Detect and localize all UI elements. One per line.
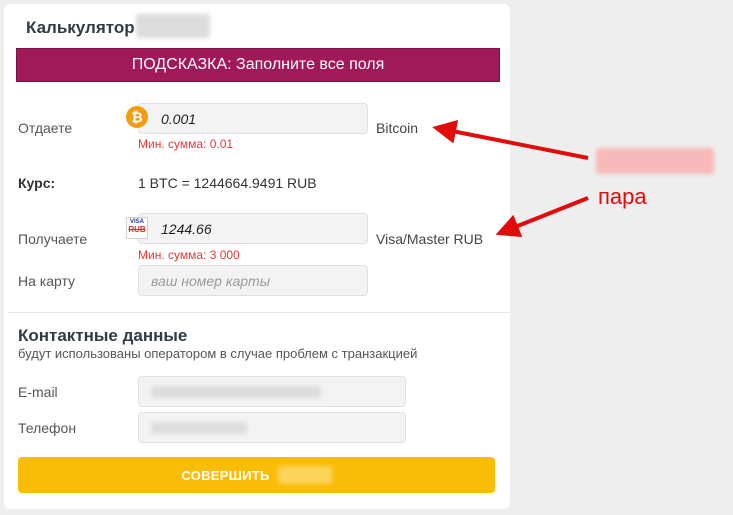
annotation-pair-text: пара bbox=[598, 184, 647, 209]
arrow-to-bitcoin bbox=[432, 119, 589, 160]
redacted-annotation-word bbox=[596, 148, 714, 174]
annotation-arrows bbox=[432, 119, 589, 238]
arrow-to-visa bbox=[495, 196, 589, 238]
